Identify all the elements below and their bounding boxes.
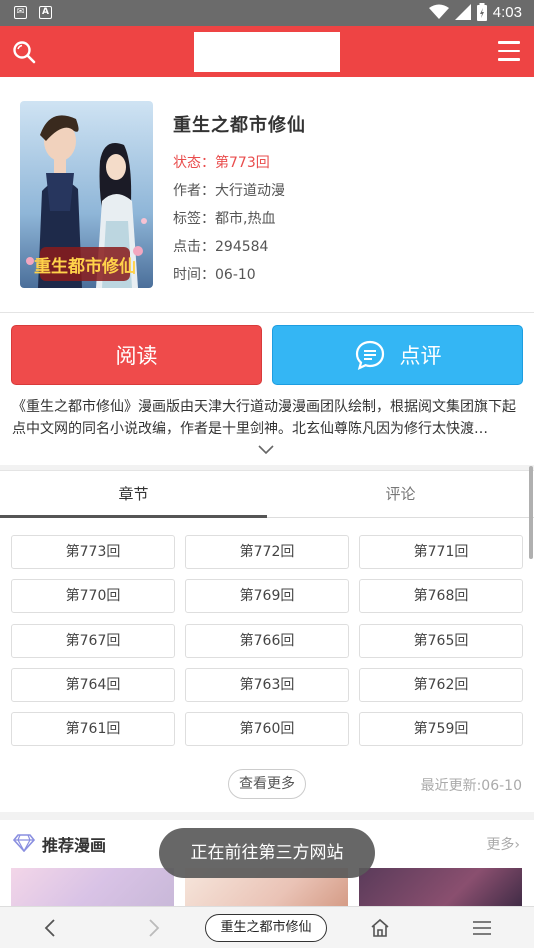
chapter-item[interactable]: 第759回 [359, 712, 523, 746]
chevron-left-icon [44, 919, 55, 937]
page-scrollbar[interactable] [529, 466, 533, 559]
search-icon[interactable] [12, 40, 36, 64]
chapter-item[interactable]: 第765回 [359, 624, 523, 658]
chapter-item[interactable]: 第766回 [185, 624, 349, 658]
review-button-label: 点评 [399, 344, 442, 368]
last-updated: 最近更新:06-10 [420, 778, 522, 794]
comic-clicks: 点击：294584 [173, 239, 269, 255]
cover-title-text: 重生都市修仙 [34, 256, 136, 277]
chapter-section: 章节 评论 第773回 第772回 第771回 第770回 第769回 第768… [0, 470, 534, 812]
comic-info: 重生都市修仙 重生之都市修仙 状态：第773回 作者：大行道动漫 标签：都市,热… [0, 77, 534, 313]
toast-message: 正在前往第三方网站 [159, 828, 375, 878]
comic-cover[interactable]: 重生都市修仙 [20, 101, 153, 288]
tab-comments[interactable]: 评论 [267, 471, 534, 518]
mail-notification-icon: ✉ [14, 6, 27, 19]
comic-author: 作者：大行道动漫 [173, 183, 285, 199]
recommend-title: 推荐漫画 [42, 836, 107, 855]
comic-description: 《重生之都市修仙》漫画版由天津大行道动漫漫画团队绘制，根据阅文集团旗下起点中文网… [12, 399, 516, 437]
chapter-item[interactable]: 第767回 [11, 624, 175, 658]
read-button-label: 阅读 [115, 344, 158, 368]
comic-title: 重生之都市修仙 [173, 115, 306, 136]
site-logo[interactable] [194, 32, 340, 72]
recommend-thumb[interactable] [11, 868, 174, 910]
battery-icon [476, 3, 487, 21]
signal-icon [454, 4, 471, 20]
menu-button[interactable] [462, 907, 502, 948]
action-area: 阅读 点评 《重生之都市修仙》漫画版由天津大行道动漫漫画团队绘制，根据阅文集团旗… [0, 313, 534, 465]
chapter-item[interactable]: 第769回 [185, 579, 349, 613]
chapter-item[interactable]: 第772回 [185, 535, 349, 569]
page-title-pill[interactable]: 重生之都市修仙 [205, 914, 327, 942]
comic-tags: 标签：都市,热血 [173, 211, 276, 227]
chapter-item[interactable]: 第770回 [11, 579, 175, 613]
browser-bottom-nav: 重生之都市修仙 [0, 906, 534, 948]
recommend-more-label: 更多 [486, 837, 515, 853]
chevron-right-icon: › [514, 837, 520, 853]
read-button[interactable]: 阅读 [11, 325, 262, 385]
forward-button[interactable] [134, 907, 174, 948]
a-notification-icon: A [39, 6, 52, 19]
chevron-right-icon [149, 919, 160, 937]
recommend-more-link[interactable]: 更多› [486, 834, 520, 854]
comic-status: 状态：第773回 [173, 155, 270, 171]
wifi-icon [428, 4, 449, 19]
menu-icon[interactable] [498, 41, 520, 61]
chapter-item[interactable]: 第768回 [359, 579, 523, 613]
view-more-button[interactable]: 查看更多 [228, 769, 306, 799]
menu-icon [473, 921, 491, 935]
home-button[interactable] [360, 907, 400, 948]
tab-chapters[interactable]: 章节 [0, 471, 267, 518]
chapter-item[interactable]: 第761回 [11, 712, 175, 746]
chapter-item[interactable]: 第762回 [359, 668, 523, 702]
recommend-thumb[interactable] [359, 868, 522, 910]
top-header [0, 26, 534, 77]
clock: 4:03 [492, 3, 522, 21]
review-button[interactable]: 点评 [272, 325, 523, 385]
chapter-item[interactable]: 第760回 [185, 712, 349, 746]
back-button[interactable] [30, 907, 70, 948]
chapter-item[interactable]: 第763回 [185, 668, 349, 702]
home-icon [371, 918, 389, 937]
comic-time: 时间：06-10 [173, 267, 256, 283]
comic-meta: 重生之都市修仙 状态：第773回 作者：大行道动漫 标签：都市,热血 点击：29… [173, 111, 306, 289]
chapter-item[interactable]: 第773回 [11, 535, 175, 569]
chapter-item[interactable]: 第771回 [359, 535, 523, 569]
tab-bar: 章节 评论 [0, 471, 534, 518]
chevron-down-icon[interactable] [257, 443, 275, 455]
comment-icon [355, 340, 384, 371]
chapter-item[interactable]: 第764回 [11, 668, 175, 702]
status-bar: ✉ A 4:03 [0, 0, 534, 26]
diamond-icon [13, 834, 35, 852]
